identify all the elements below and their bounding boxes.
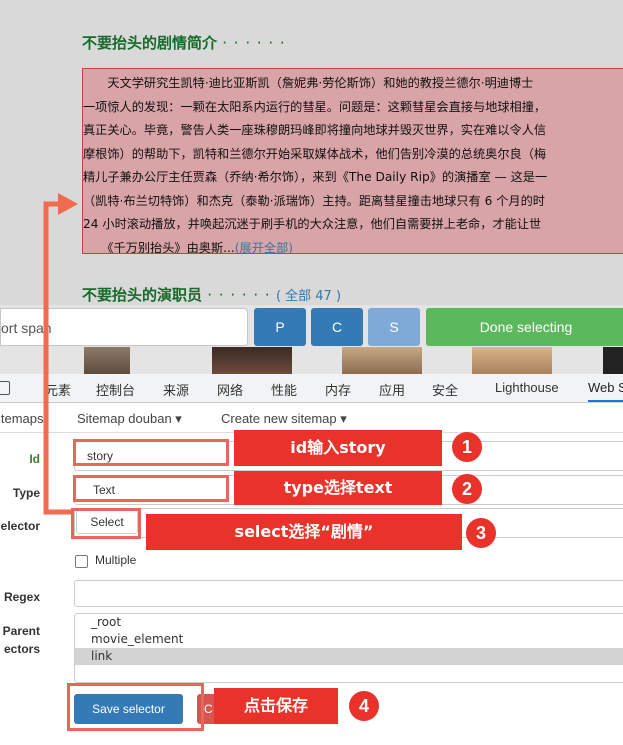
screenshot-root: 不要抬头的剧情简介 · · · · · · 天文学研究生凯特·迪比亚斯凯（詹妮弗… <box>0 0 623 745</box>
step3-label: select选择“剧情” <box>146 514 462 550</box>
step3-badge: 3 <box>466 518 496 548</box>
highlight-save-box <box>67 683 204 731</box>
highlight-type-box <box>73 475 229 502</box>
step4-label: 点击保存 <box>214 688 338 724</box>
step2-badge: 2 <box>452 474 482 504</box>
step2-label: type选择text <box>234 471 442 505</box>
arrow-head-icon <box>58 193 78 215</box>
highlight-select-box <box>71 508 141 539</box>
step1-badge: 1 <box>452 432 482 462</box>
highlight-id-box <box>73 439 229 466</box>
step4-badge: 4 <box>349 691 379 721</box>
annotation-arrow-line <box>43 201 71 515</box>
annotation-arrow-layer <box>43 193 78 515</box>
step1-label: id输入story <box>234 430 442 466</box>
